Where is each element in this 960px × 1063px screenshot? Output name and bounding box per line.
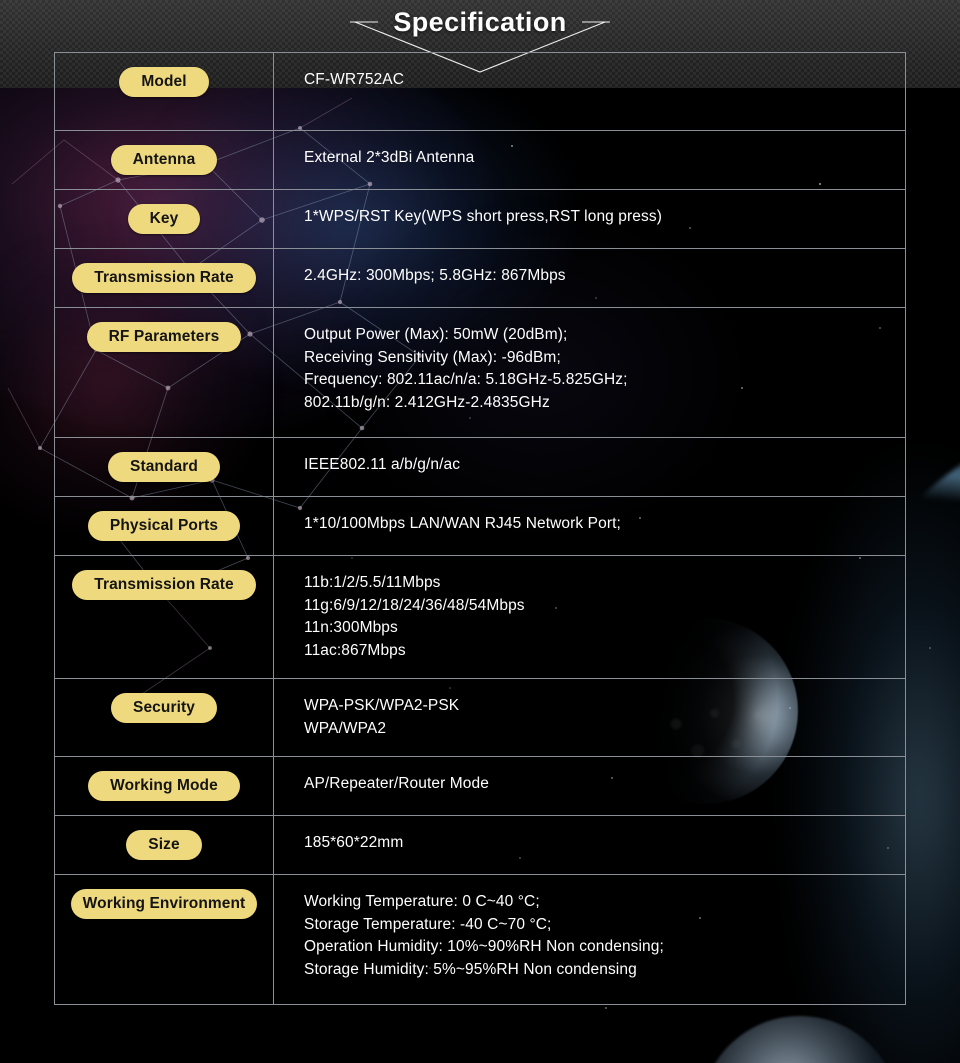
spec-value-cell: AP/Repeater/Router Mode: [273, 756, 906, 816]
spec-label-pill: Standard: [108, 452, 220, 482]
spec-label-pill: Antenna: [110, 145, 218, 175]
table-row: Standard IEEE802.11 a/b/g/n/ac: [54, 437, 906, 497]
table-row: RF Parameters Output Power (Max): 50mW (…: [54, 307, 906, 438]
spec-label-cell: Key: [54, 189, 274, 249]
table-row: Model CF-WR752AC: [54, 52, 906, 131]
spec-label-pill: Size: [126, 830, 202, 860]
spec-label-cell: RF Parameters: [54, 307, 274, 438]
spec-label-pill: Working Mode: [88, 771, 240, 801]
spec-label-pill: RF Parameters: [86, 322, 242, 352]
table-row: Transmission Rate 11b:1/2/5.5/11Mbps 11g…: [54, 555, 906, 679]
table-row: Key 1*WPS/RST Key(WPS short press,RST lo…: [54, 189, 906, 249]
spec-label-cell: Working Mode: [54, 756, 274, 816]
spec-value-cell: IEEE802.11 a/b/g/n/ac: [273, 437, 906, 497]
spec-label-cell: Working Environment: [54, 874, 274, 1005]
spec-label-pill: Security: [111, 693, 217, 723]
spec-value-cell: WPA-PSK/WPA2-PSK WPA/WPA2: [273, 678, 906, 757]
table-row: Security WPA-PSK/WPA2-PSK WPA/WPA2: [54, 678, 906, 757]
spec-label-cell: Standard: [54, 437, 274, 497]
spec-label-cell: Antenna: [54, 130, 274, 190]
spec-label-cell: Model: [54, 52, 274, 131]
spec-label-pill: Transmission Rate: [72, 263, 256, 293]
spec-value-cell: 185*60*22mm: [273, 815, 906, 875]
table-row: Working Environment Working Temperature:…: [54, 874, 906, 1005]
spec-value-cell: 1*10/100Mbps LAN/WAN RJ45 Network Port;: [273, 496, 906, 556]
table-row: Physical Ports 1*10/100Mbps LAN/WAN RJ45…: [54, 496, 906, 556]
page-title: Specification: [393, 7, 567, 37]
spec-label-pill: Model: [119, 67, 209, 97]
spec-label-pill: Key: [127, 204, 201, 234]
table-row: Transmission Rate 2.4GHz: 300Mbps; 5.8GH…: [54, 248, 906, 308]
table-row: Antenna External 2*3dBi Antenna: [54, 130, 906, 190]
specification-table: Model CF-WR752AC Antenna External 2*3dBi…: [54, 52, 906, 1005]
spec-value-cell: Working Temperature: 0 C~40 °C; Storage …: [273, 874, 906, 1005]
spec-label-cell: Physical Ports: [54, 496, 274, 556]
spec-value-cell: 11b:1/2/5.5/11Mbps 11g:6/9/12/18/24/36/4…: [273, 555, 906, 679]
spec-label-cell: Transmission Rate: [54, 248, 274, 308]
spec-value-cell: 1*WPS/RST Key(WPS short press,RST long p…: [273, 189, 906, 249]
spec-label-cell: Security: [54, 678, 274, 757]
spec-value-cell: External 2*3dBi Antenna: [273, 130, 906, 190]
spec-value-cell: CF-WR752AC: [273, 52, 906, 131]
spec-label-pill: Physical Ports: [87, 511, 241, 541]
spec-label-pill: Working Environment: [70, 889, 258, 919]
spec-label-pill: Transmission Rate: [72, 570, 256, 600]
specification-table-body: Model CF-WR752AC Antenna External 2*3dBi…: [54, 52, 906, 1005]
table-row: Working Mode AP/Repeater/Router Mode: [54, 756, 906, 816]
table-row: Size 185*60*22mm: [54, 815, 906, 875]
spec-value-cell: 2.4GHz: 300Mbps; 5.8GHz: 867Mbps: [273, 248, 906, 308]
spec-label-cell: Size: [54, 815, 274, 875]
spec-value-cell: Output Power (Max): 50mW (20dBm); Receiv…: [273, 307, 906, 438]
spec-label-cell: Transmission Rate: [54, 555, 274, 679]
specification-page: Specification Model CF-WR752AC Antenna E…: [0, 0, 960, 1063]
